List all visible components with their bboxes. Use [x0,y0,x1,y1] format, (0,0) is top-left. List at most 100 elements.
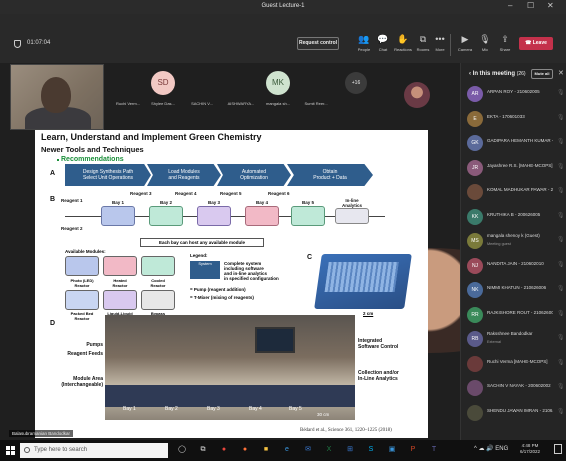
task-view-icon[interactable]: ⧉ [197,444,209,456]
participant-row[interactable]: E EKTA - 170601033 🎙 [461,108,566,130]
participant-avatar [467,380,483,396]
share-button[interactable]: ⇪ Share [495,34,515,52]
participant-row[interactable]: KK KRUTHIKA B - 200626005 🎙 [461,206,566,228]
reagent-label: Reagent 4 [175,191,197,196]
reactions-button[interactable]: ✋ Reactions [393,34,413,52]
participant-row[interactable]: JR Jayashree R.S. [MAHE-MCOPS] 🎙 [461,157,566,179]
participant-name: SHENDU JAWAN IMRAN - 2106... [487,407,553,413]
self-video[interactable] [10,64,104,130]
participant-row[interactable]: RR RAJKISHORE ROUT - 210626007 🎙 [461,304,566,326]
meeting-timer: 01:07:04 [27,40,51,46]
module-liquid-separator [103,290,137,310]
close-window-button[interactable]: ✕ [547,1,554,10]
skype-icon[interactable]: S [365,444,377,456]
mic-muted-icon: 🎙 [557,359,565,366]
system-tray-icons[interactable]: ^ ☁ 🔊 ENG [474,445,508,452]
file-explorer-icon[interactable]: ■ [260,444,272,456]
participant-row[interactable]: NK NIMMI KHATUN - 210626006 🎙 [461,279,566,301]
participant-name: Sumit Reer... [304,101,328,106]
mic-muted-icon: 🎙 [557,90,565,96]
meeting-toolbar: 01:07:04 Request control 👥 People 💬 Chat… [0,14,566,63]
reactor-device-image [314,254,412,309]
workflow-step: Automated Optimization [217,164,291,186]
people-icon: 👥 [358,34,370,44]
window-titlebar: Guest Lecture-1 – ☐ ✕ [0,0,566,14]
participant-name: SACHIN V... [191,101,213,106]
participant-row[interactable]: SHENDU JAWAN IMRAN - 2106... 🎙 [461,402,566,424]
store-icon[interactable]: ⊞ [344,444,356,456]
taskbar-clock[interactable]: 4:48 PM 6/17/2022 [520,443,540,455]
participant-row[interactable]: AR ARPAN ROY - 210602005 🎙 [461,83,566,105]
maximize-button[interactable]: ☐ [527,1,534,10]
mic-muted-icon: 🎙 [557,188,565,194]
photos-icon[interactable]: ▣ [386,444,398,456]
available-modules-label: Available Modules: [65,249,106,254]
participant-name: KRUTHIKA B - 200626005 [487,211,541,217]
leave-button[interactable]: ☎ Leave [519,37,553,50]
mic-muted-icon: 🎙 [557,139,565,145]
participant-role: External [487,340,501,344]
phone-icon: ☎ [525,40,533,46]
firefox-icon[interactable]: ● [239,444,251,456]
chat-icon: 💬 [377,34,389,44]
participant-row[interactable]: NJ NANDITA JAIN - 210602010 🎙 [461,255,566,277]
close-panel-icon[interactable]: ✕ [558,69,564,77]
scale-c-label: 2 cm [363,311,374,316]
participant-avatar[interactable]: MK [266,71,290,95]
participant-name: Shylee Das... [151,101,175,106]
slide-title: Learn, Understand and Implement Green Ch… [41,132,262,142]
chrome-icon[interactable]: ● [218,444,230,456]
reactions-icon: ✋ [397,34,409,44]
notifications-icon[interactable] [554,444,562,454]
system-photo [105,315,355,420]
presenter-label: Balasubramanian Bandodkar [9,430,74,437]
search-icon [24,447,30,453]
reagent-label: Reagent 2 [61,226,83,231]
people-button[interactable]: 👥 People [354,34,374,52]
participant-name: mangala shenoy k (Guest) [487,233,540,238]
bay-module: Bay 5 [291,200,325,226]
mail-icon[interactable]: ✉ [302,444,314,456]
powerpoint-icon[interactable]: P [407,444,419,456]
request-control-button[interactable]: Request control [297,37,339,50]
mute-all-button[interactable]: Mute all [531,69,553,79]
more-button[interactable]: ••• More [430,34,450,52]
participant-row[interactable]: MS mangala shenoy k (Guest) Meeting guest 🎙 [461,230,566,252]
participant-row[interactable]: KOMAL MADHUKAR PAWAR - 2... 🎙 [461,181,566,203]
camera-button[interactable]: ▶ Camera [455,34,475,52]
participant-name: NIMMI KHATUN - 210626006 [487,285,547,290]
participant-row[interactable]: Ruchi Verma [MAHE-MCOPS] 🎙 [461,353,566,375]
participant-name: KOMAL MADHUKAR PAWAR - 2... [487,187,553,192]
taskbar: Type here to search ◯ ⧉ ● ● ■ e ✉ X ⊞ S ▣ P T 4:48 P… [0,440,566,461]
more-participants-button[interactable]: +16 [345,72,367,94]
window-title: Guest Lecture-1 [261,3,305,9]
participant-avatar[interactable]: SD [151,71,175,95]
participant-row[interactable]: GK GADIPARA HEMANTH KUMAR - ... 🎙 [461,132,566,154]
teams-icon[interactable]: T [428,444,440,456]
chat-button[interactable]: 💬 Chat [373,34,393,52]
cortana-icon[interactable]: ◯ [176,444,188,456]
participant-name: RAJKISHORE ROUT - 210626007 [487,309,553,315]
section-b-label: B [50,196,56,203]
windows-start-icon[interactable] [6,446,15,455]
participant-row[interactable]: SACHIN V NAYAK - 200602002 🎙 [461,377,566,399]
toolbar-divider [450,34,451,56]
mic-button[interactable]: 🎙 Mic [475,34,495,52]
workflow-step: Design Synthesis Path Select Unit Operat… [65,164,151,186]
excel-icon[interactable]: X [323,444,335,456]
participant-name: ARPAN ROY - 210602005 [487,89,540,94]
taskbar-search-input[interactable]: Type here to search [20,443,168,458]
legend: Legend: System Complete system including… [190,253,279,300]
scale-d-label: 30 cm [317,412,330,417]
participant-avatar: KK [467,208,483,225]
software-screen [255,327,295,353]
participant-row[interactable]: RB Raksshnee Bandodkar External 🎙 [461,328,566,350]
host-note: Each bay can host any available module [140,238,264,247]
reagent-label: Reagent 3 [130,191,152,196]
bay-module: Bay 3 [197,200,231,226]
edge-icon[interactable]: e [281,444,293,456]
participant-name: NANDITA JAIN - 210602010 [487,260,544,266]
workflow-step: Obtain Product + Data [287,164,373,186]
minimize-button[interactable]: – [508,1,512,10]
participant-name: Ruchi Verma [MAHE-MCOPS] [487,358,548,364]
